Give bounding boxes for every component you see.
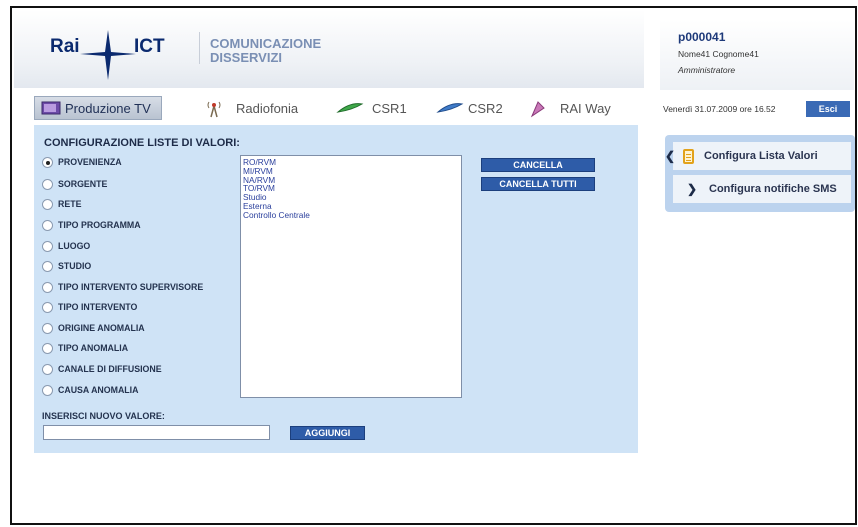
add-button[interactable]: AGGIUNGI (290, 426, 365, 440)
tv-icon (41, 100, 61, 116)
list-item[interactable]: Controllo Centrale (243, 210, 459, 220)
new-value-input[interactable] (43, 425, 270, 440)
delete-button[interactable]: CANCELLA (481, 158, 595, 172)
radio-tipo-programma[interactable]: TIPO PROGRAMMA (42, 218, 141, 232)
radio-label: PROVENIENZA (58, 157, 122, 167)
radio-button[interactable] (42, 342, 53, 354)
radio-label: TIPO PROGRAMMA (58, 220, 141, 230)
header: Rai ICT COMUNICAZIONE DISSERVIZI (14, 10, 644, 88)
radio-button[interactable] (42, 178, 53, 190)
header-divider (199, 32, 200, 64)
radio-label: STUDIO (58, 261, 92, 271)
user-name: Nome41 Cognome41 (678, 49, 759, 59)
chevron-left-icon: ❮ (665, 149, 676, 163)
rai-cross-logo-icon (80, 30, 136, 80)
radio-button[interactable] (42, 260, 53, 272)
side-item-label: Configura Lista Valori (704, 150, 818, 162)
radio-button[interactable] (42, 363, 53, 375)
values-listbox[interactable]: RO/RVM MI/RVM NA/RVM TO/RVM Studio Ester… (240, 155, 462, 398)
rai-ict-logo: Rai ICT (50, 24, 190, 84)
panel-title: CONFIGURAZIONE LISTE DI VALORI: (44, 137, 240, 149)
tab-label: Produzione TV (65, 100, 151, 116)
radio-tipo-intervento-supervisore[interactable]: TIPO INTERVENTO SUPERVISORE (42, 280, 203, 294)
config-panel: CONFIGURAZIONE LISTE DI VALORI: PROVENIE… (34, 125, 638, 453)
logout-button[interactable]: Esci (806, 101, 850, 117)
app-title-line1: COMUNICAZIONE (210, 36, 322, 51)
tab-csr2[interactable]: CSR2 (436, 96, 503, 120)
radio-tipo-anomalia[interactable]: TIPO ANOMALIA (42, 341, 128, 355)
radio-tipo-intervento[interactable]: TIPO INTERVENTO (42, 300, 137, 314)
tab-radiofonia[interactable]: Radiofonia (204, 96, 298, 120)
radio-canale-di-diffusione[interactable]: CANALE DI DIFFUSIONE (42, 362, 162, 376)
logo-ict-text: ICT (134, 36, 165, 57)
radio-button[interactable] (42, 384, 53, 396)
app-title: COMUNICAZIONE DISSERVIZI (210, 37, 321, 65)
radio-button[interactable] (42, 198, 53, 210)
tab-label: CSR1 (372, 100, 407, 116)
radio-label: TIPO INTERVENTO (58, 302, 138, 312)
list-item[interactable]: RO/RVM (243, 158, 459, 167)
raiway-icon (528, 100, 548, 118)
satellite-dish-icon (336, 100, 364, 116)
radio-causa-anomalia[interactable]: CAUSA ANOMALIA (42, 383, 138, 397)
radio-label: RETE (58, 199, 82, 209)
app-title-line2: DISSERVIZI (210, 50, 283, 65)
user-info: p000041 Nome41 Cognome41 Amministratore (660, 20, 854, 90)
radio-button[interactable] (42, 156, 53, 168)
document-list-icon (683, 148, 694, 164)
tab-label: CSR2 (468, 100, 503, 116)
radio-label: SORGENTE (58, 179, 108, 189)
tab-csr1[interactable]: CSR1 (336, 96, 407, 120)
side-item-configura-notifiche-sms[interactable]: ❯ Configura notifiche SMS (673, 175, 851, 203)
tab-bar: Produzione TV Radiofonia CSR1 CSR2 RAI W… (34, 96, 638, 120)
user-role: Amministratore (678, 65, 736, 75)
radio-label: TIPO ANOMALIA (58, 343, 129, 353)
radio-button[interactable] (42, 240, 53, 252)
new-value-label: INSERISCI NUOVO VALORE: (42, 411, 165, 421)
radio-label: ORIGINE ANOMALIA (58, 323, 145, 333)
logo-rai-text: Rai (50, 36, 80, 57)
list-item[interactable]: Studio (243, 193, 459, 202)
tab-label: RAI Way (560, 100, 611, 116)
list-item[interactable]: NA/RVM (243, 175, 459, 185)
datetime: Venerdì 31.07.2009 ore 16.52 (663, 104, 776, 114)
radio-label: CAUSA ANOMALIA (58, 385, 139, 395)
chevron-right-icon: ❯ (687, 182, 698, 196)
radio-luogo[interactable]: LUOGO (42, 239, 90, 253)
tab-rai-way[interactable]: RAI Way (528, 96, 611, 120)
radio-button[interactable] (42, 281, 53, 293)
delete-all-button[interactable]: CANCELLA TUTTI (481, 177, 595, 191)
radio-button[interactable] (42, 219, 53, 231)
radio-provenienza[interactable]: PROVENIENZA (42, 155, 122, 169)
tab-label: Radiofonia (236, 100, 299, 116)
radio-button[interactable] (42, 322, 53, 334)
side-item-configura-lista-valori[interactable]: ❮ Configura Lista Valori (665, 142, 851, 170)
side-menu: ❮ Configura Lista Valori ❯ Configura not… (665, 135, 855, 212)
radio-button[interactable] (42, 301, 53, 313)
radio-origine-anomalia[interactable]: ORIGINE ANOMALIA (42, 321, 145, 335)
satellite-dish-icon (436, 100, 464, 116)
radio-label: TIPO INTERVENTO SUPERVISORE (58, 282, 204, 292)
tab-produzione-tv[interactable]: Produzione TV (34, 96, 162, 120)
radio-studio[interactable]: STUDIO (42, 259, 91, 273)
list-item[interactable]: TO/RVM (243, 184, 459, 193)
side-item-label: Configura notifiche SMS (709, 183, 837, 195)
radio-rete[interactable]: RETE (42, 197, 81, 211)
radio-label: LUOGO (58, 241, 91, 251)
radio-label: CANALE DI DIFFUSIONE (58, 364, 162, 374)
user-id: p000041 (678, 30, 726, 44)
radio-sorgente[interactable]: SORGENTE (42, 177, 107, 191)
radio-antenna-icon (204, 100, 224, 118)
list-item[interactable]: MI/RVM (243, 166, 459, 176)
